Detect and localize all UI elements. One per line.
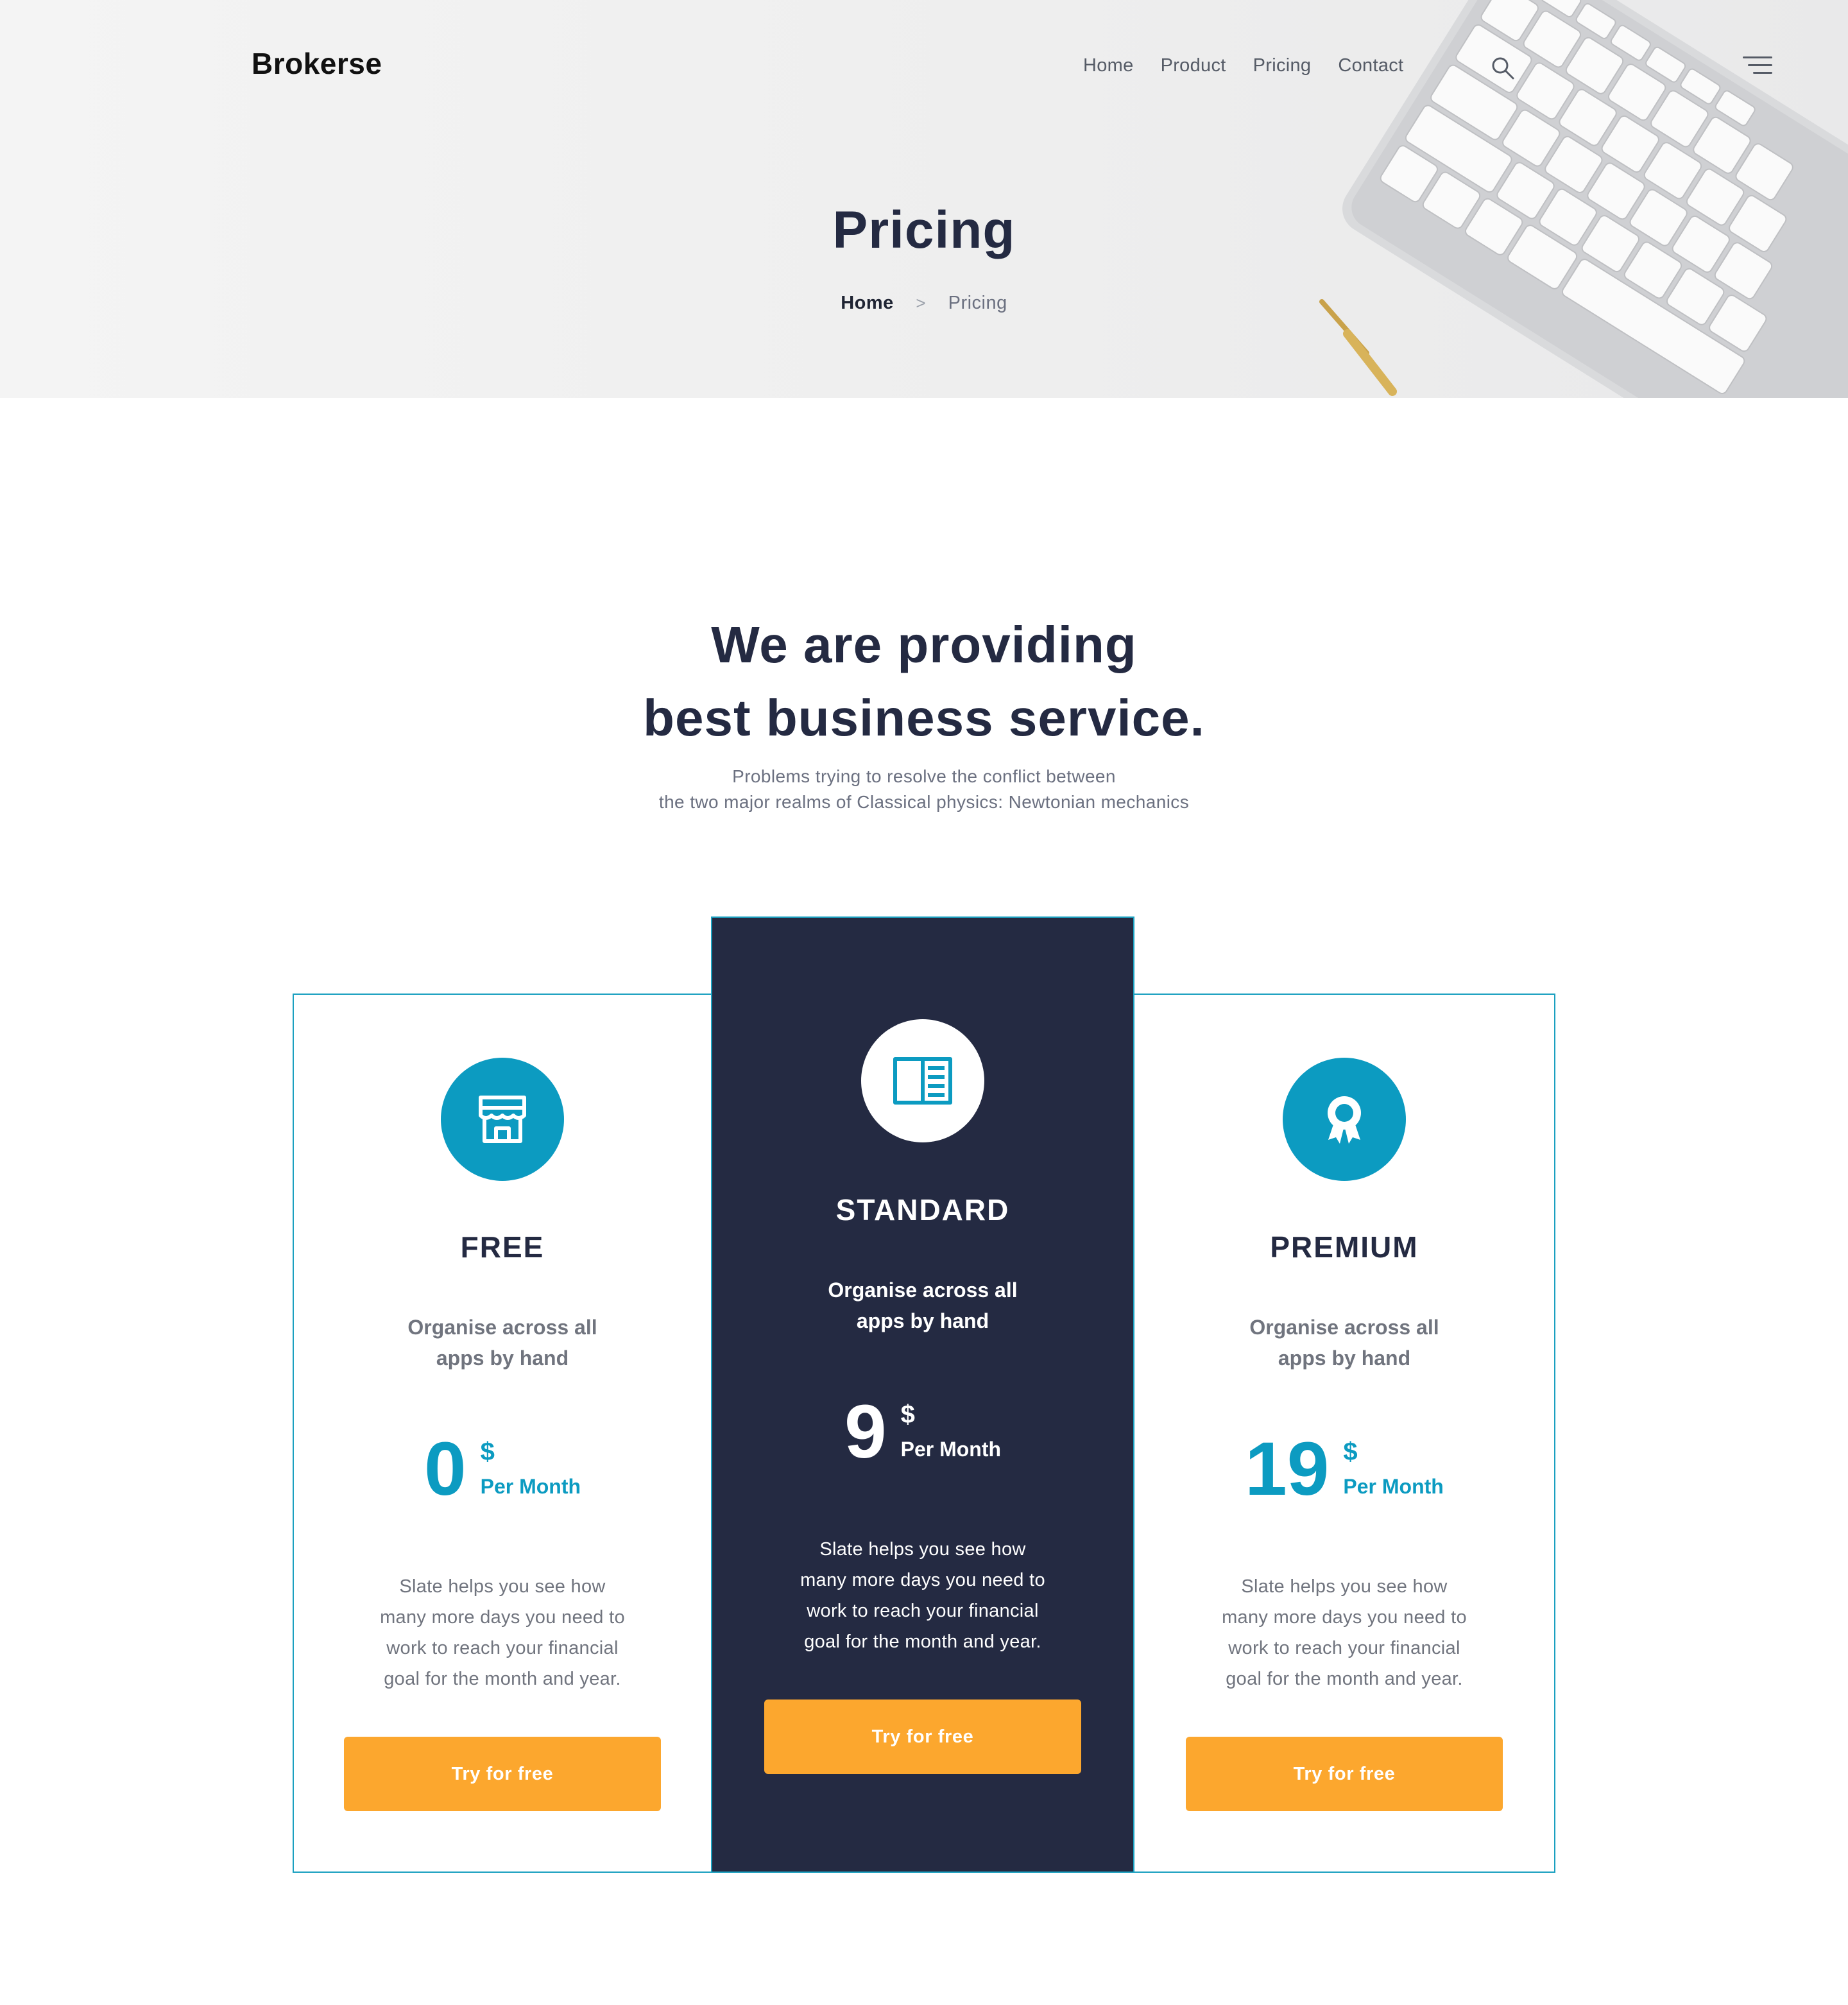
desc-line: Slate helps you see how (399, 1576, 606, 1597)
desc-line: many more days you need to (800, 1570, 1045, 1590)
tagline-line: Organise across all (828, 1278, 1018, 1302)
price-period: Per Month (480, 1475, 581, 1498)
book-icon (861, 1019, 984, 1142)
breadcrumb-current: Pricing (948, 293, 1007, 313)
nav-item-home[interactable]: Home (1083, 55, 1134, 76)
tagline-line: apps by hand (1278, 1347, 1411, 1370)
plan-name: PREMIUM (1270, 1230, 1419, 1264)
price-currency: $ (480, 1438, 495, 1466)
try-for-free-button[interactable]: Try for free (344, 1737, 661, 1811)
page-title: Pricing (832, 201, 1016, 259)
store-icon (441, 1058, 564, 1181)
desc-line: goal for the month and year. (384, 1669, 621, 1689)
plan-description: Slate helps you see how many more days y… (775, 1534, 1070, 1657)
tagline-line: Organise across all (407, 1316, 597, 1339)
tagline-line: apps by hand (856, 1309, 989, 1332)
page-hero: Brokerse Home Product Pricing Contact Pr… (0, 0, 1848, 398)
pricing-card-free: FREE Organise across all apps by hand 0 … (294, 994, 711, 1873)
plan-tagline: Organise across all apps by hand (393, 1312, 612, 1373)
brand-logo[interactable]: Brokerse (252, 46, 382, 81)
award-ribbon-icon (1283, 1058, 1406, 1181)
plan-name: FREE (460, 1230, 545, 1264)
nav-item-contact[interactable]: Contact (1338, 55, 1403, 76)
price-currency: $ (1343, 1438, 1358, 1466)
desc-line: Slate helps you see how (1241, 1576, 1448, 1597)
plan-price: 9 $ Per Month (712, 1394, 1133, 1470)
desc-line: many more days you need to (380, 1607, 625, 1628)
tagline-line: apps by hand (436, 1347, 569, 1370)
plan-price: 19 $ Per Month (1136, 1431, 1553, 1507)
section-subline: Problems trying to resolve the conflict … (0, 764, 1848, 815)
desc-line: work to reach your financial (807, 1601, 1039, 1621)
headline-line: best business service. (643, 689, 1205, 746)
chevron-right-icon: > (916, 293, 927, 313)
pricing-card-premium: PREMIUM Organise across all apps by hand… (1136, 994, 1553, 1873)
price-unit: $ Per Month (481, 1431, 581, 1501)
plan-description: Slate helps you see how many more days y… (355, 1571, 650, 1694)
plan-description: Slate helps you see how many more days y… (1197, 1571, 1492, 1694)
price-unit: $ Per Month (1343, 1431, 1443, 1501)
menu-bar (1748, 64, 1772, 66)
plan-name: STANDARD (835, 1193, 1010, 1226)
breadcrumb: Home > Pricing (0, 293, 1848, 314)
headline-line: We are providing (711, 616, 1137, 673)
main-nav: Home Product Pricing Contact (1083, 55, 1403, 76)
desc-line: goal for the month and year. (804, 1631, 1041, 1652)
breadcrumb-home[interactable]: Home (841, 293, 894, 313)
desc-line: many more days you need to (1222, 1607, 1467, 1628)
price-amount: 9 (844, 1390, 887, 1474)
hamburger-menu-icon[interactable] (1743, 56, 1772, 77)
subline-line: the two major realms of Classical physic… (658, 792, 1190, 812)
search-icon[interactable] (1490, 55, 1516, 81)
nav-item-pricing[interactable]: Pricing (1253, 55, 1312, 76)
plan-tagline: Organise across all apps by hand (814, 1275, 1032, 1336)
tagline-line: Organise across all (1249, 1316, 1439, 1339)
plan-tagline: Organise across all apps by hand (1235, 1312, 1453, 1373)
price-period: Per Month (900, 1438, 1002, 1461)
desc-line: Slate helps you see how (819, 1539, 1026, 1560)
price-currency: $ (900, 1400, 915, 1429)
menu-bar (1743, 56, 1772, 58)
menu-bar (1753, 72, 1772, 74)
section-headline: We are providing best business service. (0, 608, 1848, 755)
price-amount: 19 (1245, 1427, 1330, 1511)
subline-line: Problems trying to resolve the conflict … (732, 766, 1116, 786)
price-unit: $ Per Month (901, 1394, 1001, 1463)
desc-line: work to reach your financial (386, 1638, 619, 1658)
desc-line: work to reach your financial (1228, 1638, 1460, 1658)
desc-line: goal for the month and year. (1226, 1669, 1463, 1689)
plan-price: 0 $ Per Month (294, 1431, 711, 1507)
try-for-free-button[interactable]: Try for free (1186, 1737, 1503, 1811)
try-for-free-button[interactable]: Try for free (764, 1700, 1081, 1774)
nav-item-product[interactable]: Product (1161, 55, 1226, 76)
price-amount: 0 (424, 1427, 466, 1511)
pricing-card-standard: STANDARD Organise across all apps by han… (711, 916, 1134, 1873)
price-period: Per Month (1343, 1475, 1444, 1498)
